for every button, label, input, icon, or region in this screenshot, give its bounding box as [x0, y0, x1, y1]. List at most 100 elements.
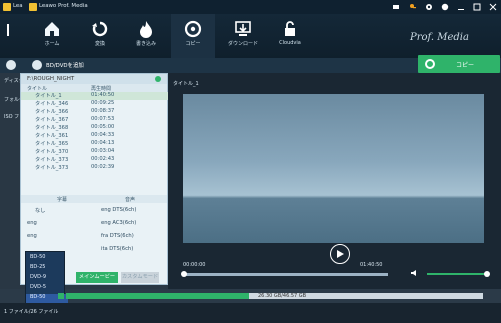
app-logo-icon-2 — [29, 3, 37, 11]
stream-row[interactable]: eng eng AC3(6ch) — [21, 217, 167, 230]
title-duration: 00:07:53 — [91, 116, 115, 122]
title-name: タイトル_1 — [35, 93, 62, 99]
quality-option[interactable]: DVD-9 — [30, 274, 60, 283]
volume-bar[interactable] — [427, 273, 487, 275]
popup-close-icon[interactable] — [155, 76, 161, 82]
toolbar-burn-label: 書き込み — [135, 41, 156, 47]
title-row[interactable]: タイトル_370 00:03:04 — [31, 148, 171, 156]
toolbar-copy-label: コピー — [185, 41, 201, 47]
title-duration: 00:02:43 — [91, 156, 115, 162]
title-duration: 00:03:04 — [91, 148, 115, 154]
time-total: 01:40:50 — [360, 262, 383, 268]
toolbar-cloudvia-button[interactable]: Cloudvia — [268, 14, 312, 58]
title-name: タイトル_370 — [35, 149, 69, 155]
audio-value: ita DTS(6ch) — [101, 246, 134, 252]
stream-row[interactable]: eng fra DTS(6ch) — [21, 230, 167, 243]
window-title: Leawo Prof. Media — [39, 3, 88, 9]
disc-usage-fill — [66, 293, 250, 299]
title-row[interactable]: タイトル_1 01:40:50 — [21, 92, 171, 100]
toolbar-copy-button[interactable]: コピー — [171, 14, 215, 58]
main-movie-button[interactable]: メインムービー — [76, 272, 118, 283]
title-row[interactable]: タイトル_373 00:02:43 — [31, 156, 171, 164]
minimize-icon[interactable] — [457, 3, 465, 11]
title-row[interactable]: タイトル_346 00:09:25 — [31, 100, 171, 108]
title-name: タイトル_361 — [35, 133, 69, 139]
title-row[interactable]: タイトル_368 00:05:00 — [31, 124, 171, 132]
subtitle-value: なし — [35, 208, 46, 214]
custom-mode-button[interactable]: カスタムモード — [121, 272, 159, 283]
col-audio: 音声 — [125, 197, 136, 203]
title-name: タイトル_346 — [35, 101, 69, 107]
seek-knob[interactable] — [181, 271, 187, 277]
quality-dropdown-chevron-icon[interactable] — [58, 293, 64, 299]
popup-header: F:\ROUGH_NIGHT — [21, 74, 167, 84]
quality-option[interactable]: DVD-5 — [30, 284, 60, 293]
volume-icon[interactable] — [410, 269, 418, 277]
subtitle-value: eng — [27, 220, 37, 226]
quality-option[interactable]: BD-25 — [30, 264, 60, 273]
key-icon[interactable] — [409, 3, 417, 11]
title-duration: 00:09:25 — [91, 100, 115, 106]
title-row[interactable]: タイトル_365 00:04:13 — [31, 140, 171, 148]
title-name: タイトル_366 — [35, 109, 69, 115]
toolbar-partial-button[interactable] — [0, 14, 16, 58]
title-name: タイトル_368 — [35, 125, 69, 131]
stream-row[interactable]: なし eng DTS(6ch) — [21, 204, 167, 217]
seek-bar[interactable] — [183, 273, 388, 276]
brand-script: Prof. Media — [410, 32, 469, 43]
app-logo-icon — [3, 3, 11, 11]
download-icon — [234, 20, 252, 38]
burn-icon — [137, 20, 155, 38]
toolbar-burn-button[interactable]: 書き込み — [124, 14, 168, 58]
title-name: タイトル_367 — [35, 117, 69, 123]
close-icon[interactable] — [489, 3, 497, 11]
title-duration: 00:04:13 — [91, 140, 115, 146]
col-subtitle: 字幕 — [57, 197, 68, 203]
maximize-icon[interactable] — [473, 3, 481, 11]
volume-knob[interactable] — [484, 271, 490, 277]
col-title: タイトル — [27, 86, 48, 92]
copy-start-button[interactable]: コピー — [418, 55, 500, 73]
title-duration: 00:05:00 — [91, 124, 115, 130]
disc-usage-text: 26.30 GB/46.57 GB — [258, 293, 307, 299]
toolbar-convert-button[interactable]: 変換 — [78, 14, 122, 58]
title-row[interactable]: タイトル_373 00:02:39 — [31, 164, 171, 172]
title-name: タイトル_365 — [35, 141, 69, 147]
video-frame — [183, 94, 484, 243]
audio-value: fra DTS(6ch) — [101, 233, 134, 239]
toolbar-home-label: ホーム — [44, 41, 60, 47]
convert-icon — [91, 20, 109, 38]
title-row[interactable]: タイトル_361 00:04:33 — [31, 132, 171, 140]
gear-icon[interactable] — [425, 3, 433, 11]
file-count: 1 ファイル/26 ファイル — [4, 309, 59, 315]
toolbar-download-button[interactable]: ダウンロード — [221, 14, 265, 58]
popup-path: F:\ROUGH_NIGHT — [27, 76, 75, 82]
title-bar: Lea Leawo Prof. Media — [0, 0, 501, 14]
toolbar-cloudvia-label: Cloudvia — [279, 40, 301, 46]
stream-table-header: 字幕 音声 — [21, 195, 167, 203]
add-bd-dvd-tab[interactable]: BD/DVDを追加 — [46, 61, 84, 69]
help-icon[interactable] — [441, 3, 449, 11]
lock-icon — [281, 20, 299, 38]
audio-value: eng DTS(6ch) — [101, 207, 137, 213]
toolbar-convert-label: 変換 — [94, 41, 105, 47]
quality-option[interactable]: BD-50 — [30, 254, 60, 263]
add-disc-icon[interactable] — [32, 60, 42, 70]
title-duration: 00:02:39 — [91, 164, 115, 170]
title-name: タイトル_373 — [35, 165, 69, 171]
cart-icon[interactable] — [392, 3, 400, 11]
preview-title: タイトル_1 — [173, 81, 199, 87]
left-hint-iso: ISO フ — [4, 114, 20, 120]
title-table-header: タイトル 再生時間 — [21, 84, 167, 92]
title-duration: 01:40:50 — [91, 92, 115, 98]
window-title-short: Lea — [13, 3, 23, 9]
title-row[interactable]: タイトル_367 00:07:53 — [31, 116, 171, 124]
title-duration: 00:08:37 — [91, 108, 115, 114]
toolbar-home-button[interactable]: ホーム — [30, 14, 74, 58]
status-bar: 1 ファイル/26 ファイル — [0, 303, 501, 323]
back-icon[interactable] — [6, 60, 16, 70]
time-current: 00:00:00 — [183, 262, 206, 268]
title-row[interactable]: タイトル_366 00:08:37 — [31, 108, 171, 116]
home-icon — [43, 20, 61, 38]
copy-disc-icon-small — [425, 59, 435, 69]
